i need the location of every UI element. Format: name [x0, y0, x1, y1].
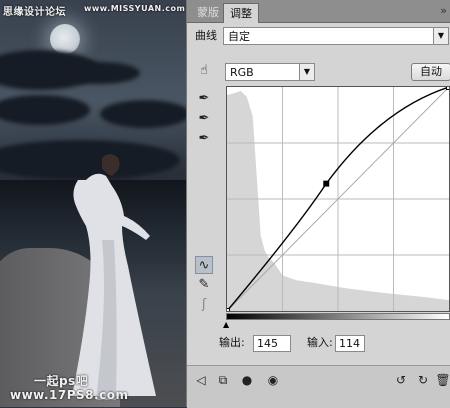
black-eyedropper-icon[interactable]: ✒: [195, 90, 213, 108]
channel-value: RGB: [230, 66, 254, 79]
curves-graph[interactable]: [226, 86, 450, 312]
tab-masks[interactable]: 蒙版: [191, 3, 225, 22]
auto-button[interactable]: 自动: [411, 63, 450, 81]
chevron-down-icon: ▼: [299, 64, 314, 80]
reset-icon[interactable]: ↺: [393, 372, 409, 388]
white-eyedropper-icon[interactable]: ✒: [195, 130, 213, 148]
watermark-top-left: 思缘设计论坛: [3, 7, 66, 18]
curve-control-point[interactable]: [323, 180, 330, 187]
trash-icon[interactable]: 🗑: [435, 372, 450, 388]
watermark-top-url: www.MISSYUAN.com: [84, 4, 186, 13]
channel-select[interactable]: RGB ▼: [225, 63, 315, 81]
bride-figure: [72, 154, 156, 400]
input-field[interactable]: 114: [335, 335, 365, 352]
curve-edit-icon[interactable]: ∿: [195, 256, 213, 274]
photo-canvas: 思缘设计论坛 www.MISSYUAN.com 一起ps吧 www.17PS8.…: [0, 0, 186, 407]
cloud: [100, 100, 186, 128]
panel-bottom-bar: ◁ ⧉ ● ◉ ↺ ↻ 🗑: [187, 365, 450, 408]
cloud: [0, 95, 90, 125]
preset-label: 曲线: [195, 29, 217, 42]
tab-adjustments[interactable]: 调整: [223, 3, 259, 23]
output-label: 输出:: [219, 336, 245, 349]
curve-control-point[interactable]: [446, 86, 450, 90]
gray-eyedropper-icon[interactable]: ✒: [195, 110, 213, 128]
input-gradient-bar: [226, 313, 450, 320]
smooth-icon[interactable]: ʃ: [195, 296, 213, 314]
black-point-slider[interactable]: ▲: [223, 320, 229, 329]
watermark-bottom-line1: 一起ps吧: [34, 374, 89, 388]
clip-layer-icon[interactable]: ⧉: [215, 372, 231, 388]
output-field[interactable]: 145: [253, 335, 291, 352]
refresh-icon[interactable]: ↻: [415, 372, 431, 388]
preset-select[interactable]: 自定 ▼: [223, 27, 449, 45]
on-image-adjust-icon[interactable]: ☝: [195, 62, 213, 80]
watermark-bottom-line2: www.17PS8.com: [10, 388, 129, 402]
chevron-down-icon: ▼: [433, 28, 448, 44]
input-label: 输入:: [307, 336, 333, 349]
moon: [50, 24, 80, 54]
back-arrow-icon[interactable]: ◁: [193, 372, 209, 388]
double-chevron-icon[interactable]: »: [440, 4, 447, 17]
eye-icon[interactable]: ◉: [265, 372, 281, 388]
cloud: [60, 62, 140, 84]
tab-bar: 蒙版 调整 »: [187, 0, 450, 23]
curve-control-point[interactable]: [226, 308, 230, 312]
preset-value: 自定: [228, 30, 250, 43]
pencil-icon[interactable]: ✎: [195, 276, 213, 294]
visibility-layer-icon[interactable]: ●: [239, 372, 255, 388]
